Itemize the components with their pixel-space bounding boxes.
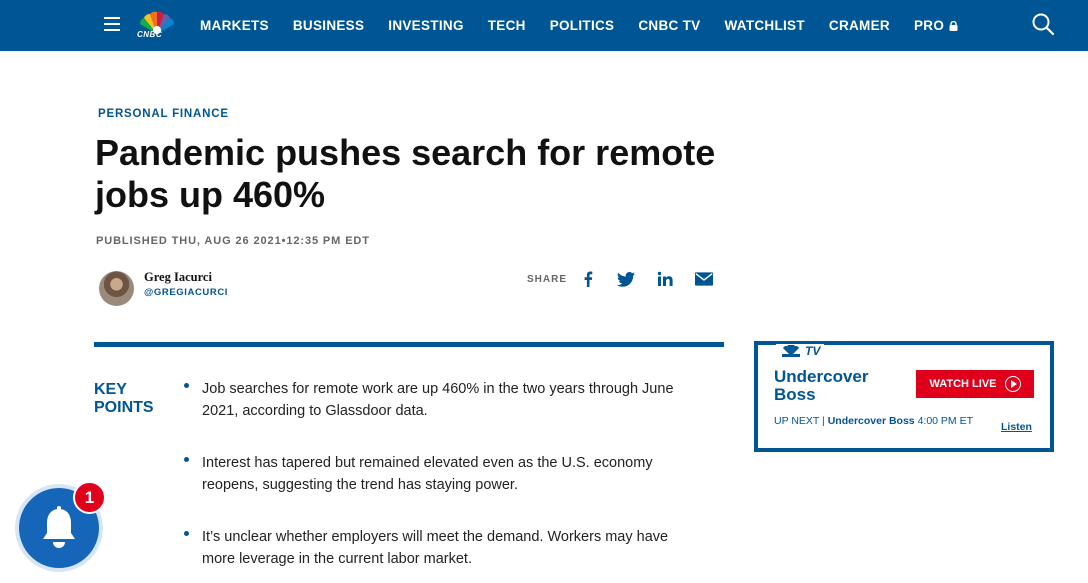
author-avatar[interactable] — [99, 271, 134, 306]
up-next: UP NEXT | Undercover Boss 4:00 PM ET — [774, 414, 984, 428]
key-points-list: Job searches for remote work are up 460%… — [183, 378, 703, 583]
up-next-time: 4:00 PM ET — [917, 415, 974, 427]
top-nav: CNBC MARKETS BUSINESS INVESTING TECH POL… — [0, 0, 1088, 51]
nav-item-markets[interactable]: MARKETS — [200, 18, 269, 33]
email-icon[interactable] — [695, 270, 713, 288]
nav-item-pro-label: PRO — [913, 18, 945, 33]
play-icon — [1004, 376, 1021, 392]
tv-show-title[interactable]: Undercover Boss — [774, 368, 894, 404]
nav-item-watchlist[interactable]: WATCHLIST — [724, 18, 804, 33]
search-icon[interactable] — [1031, 12, 1055, 36]
section-label[interactable]: PERSONAL FINANCE — [98, 108, 229, 120]
notification-count-badge: 1 — [73, 481, 106, 514]
published-date: PUBLISHED THU, AUG 26 2021•12:35 PM EDT — [96, 235, 370, 247]
tv-logo: TV — [776, 344, 825, 358]
nav-item-politics[interactable]: POLITICS — [550, 18, 615, 33]
key-points-title: KEY POINTS — [94, 381, 154, 416]
cnbc-tv-widget: TV Undercover Boss WATCH LIVE UP NEXT | … — [754, 341, 1054, 452]
nav-item-pro[interactable]: PRO — [914, 18, 958, 33]
key-point: Interest has tapered but remained elevat… — [183, 452, 703, 496]
linkedin-icon[interactable] — [656, 270, 674, 288]
bell-icon — [43, 506, 75, 548]
cnbc-peacock-icon — [782, 345, 800, 357]
nav-item-business[interactable]: BUSINESS — [293, 18, 364, 33]
nav-menu: MARKETS BUSINESS INVESTING TECH POLITICS… — [200, 0, 982, 51]
lock-icon — [949, 20, 958, 31]
facebook-icon[interactable] — [579, 270, 597, 288]
key-point: It’s unclear whether employers will meet… — [183, 526, 703, 570]
share-label: SHARE — [527, 274, 568, 285]
nav-item-investing[interactable]: INVESTING — [388, 18, 463, 33]
key-point: Job searches for remote work are up 460%… — [183, 378, 703, 422]
up-next-show[interactable]: Undercover Boss — [828, 415, 915, 427]
section-divider — [94, 342, 724, 347]
listen-link[interactable]: Listen — [1001, 421, 1032, 433]
up-next-label: UP NEXT | — [774, 415, 825, 427]
article-headline: Pandemic pushes search for remote jobs u… — [95, 132, 716, 215]
nav-item-cramer[interactable]: CRAMER — [829, 18, 890, 33]
author-name[interactable]: Greg Iacurci — [144, 270, 212, 285]
tv-logo-text: TV — [805, 344, 821, 358]
menu-icon[interactable] — [104, 17, 120, 31]
twitter-icon[interactable] — [617, 270, 635, 288]
logo-text: CNBC — [137, 30, 163, 39]
nav-item-tech[interactable]: TECH — [488, 18, 526, 33]
nav-item-cnbc-tv[interactable]: CNBC TV — [638, 18, 700, 33]
watch-live-label: WATCH LIVE — [929, 378, 997, 390]
author-handle[interactable]: @GREGIACURCI — [144, 287, 228, 298]
watch-live-button[interactable]: WATCH LIVE — [916, 370, 1034, 398]
